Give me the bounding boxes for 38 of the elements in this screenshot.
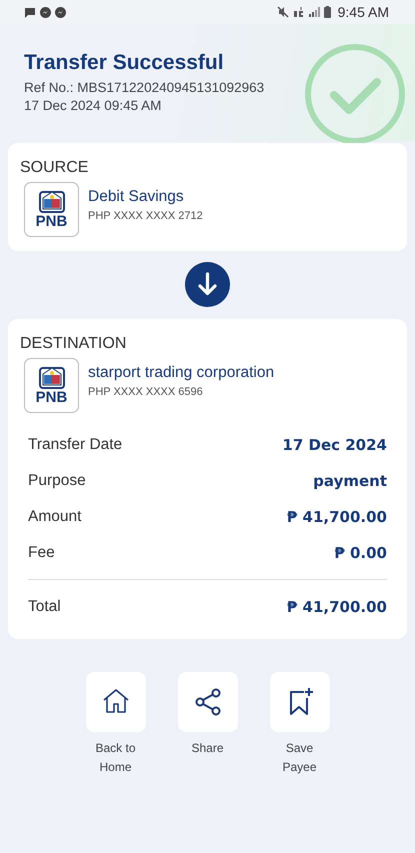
detail-value: ₱ 0.00 bbox=[334, 544, 387, 562]
save-payee-button[interactable] bbox=[270, 672, 330, 732]
section-heading: SOURCE bbox=[20, 159, 90, 177]
share-button[interactable] bbox=[178, 672, 238, 732]
status-time: 9:45 AM bbox=[338, 4, 389, 20]
detail-value: payment bbox=[313, 472, 387, 490]
detail-value: ₱ 41,700.00 bbox=[286, 508, 387, 526]
network-4g-icon bbox=[292, 6, 305, 18]
check-circle-icon bbox=[303, 42, 407, 146]
page-title: Transfer Successful bbox=[24, 50, 225, 74]
bank-name: PNB bbox=[36, 213, 68, 230]
section-heading: DESTINATION bbox=[20, 335, 128, 353]
transaction-datetime: 17 Dec 2024 09:45 AM bbox=[24, 98, 162, 112]
detail-label: Fee bbox=[28, 544, 55, 562]
total-label: Total bbox=[28, 598, 61, 616]
account-number: PHP XXXX XXXX 6596 bbox=[88, 386, 204, 398]
detail-label: Transfer Date bbox=[28, 436, 122, 454]
detail-value: 17 Dec 2024 bbox=[282, 436, 387, 454]
signal-icon bbox=[308, 7, 320, 17]
action-label: Share bbox=[190, 740, 225, 757]
mute-icon bbox=[276, 6, 289, 18]
messenger-icon bbox=[55, 6, 66, 18]
account-name: Debit Savings bbox=[88, 188, 185, 206]
total-value: ₱ 41,700.00 bbox=[286, 598, 387, 616]
reference-number: Ref No.: MBS171220240945131092963 bbox=[24, 80, 264, 94]
home-button[interactable] bbox=[86, 672, 146, 732]
action-label: Save Payee bbox=[281, 740, 318, 776]
bank-emblem-icon bbox=[38, 189, 64, 213]
battery-icon bbox=[324, 6, 331, 18]
action-label: Back to Home bbox=[94, 740, 137, 776]
detail-label: Amount bbox=[28, 508, 82, 526]
bank-name: PNB bbox=[36, 389, 68, 406]
bank-emblem-icon bbox=[38, 365, 64, 389]
detail-label: Purpose bbox=[28, 472, 86, 490]
account-number: PHP XXXX XXXX 2712 bbox=[88, 210, 203, 222]
messenger-icon bbox=[40, 6, 51, 18]
account-name: starport trading corporation bbox=[88, 364, 274, 382]
message-icon bbox=[24, 6, 36, 18]
